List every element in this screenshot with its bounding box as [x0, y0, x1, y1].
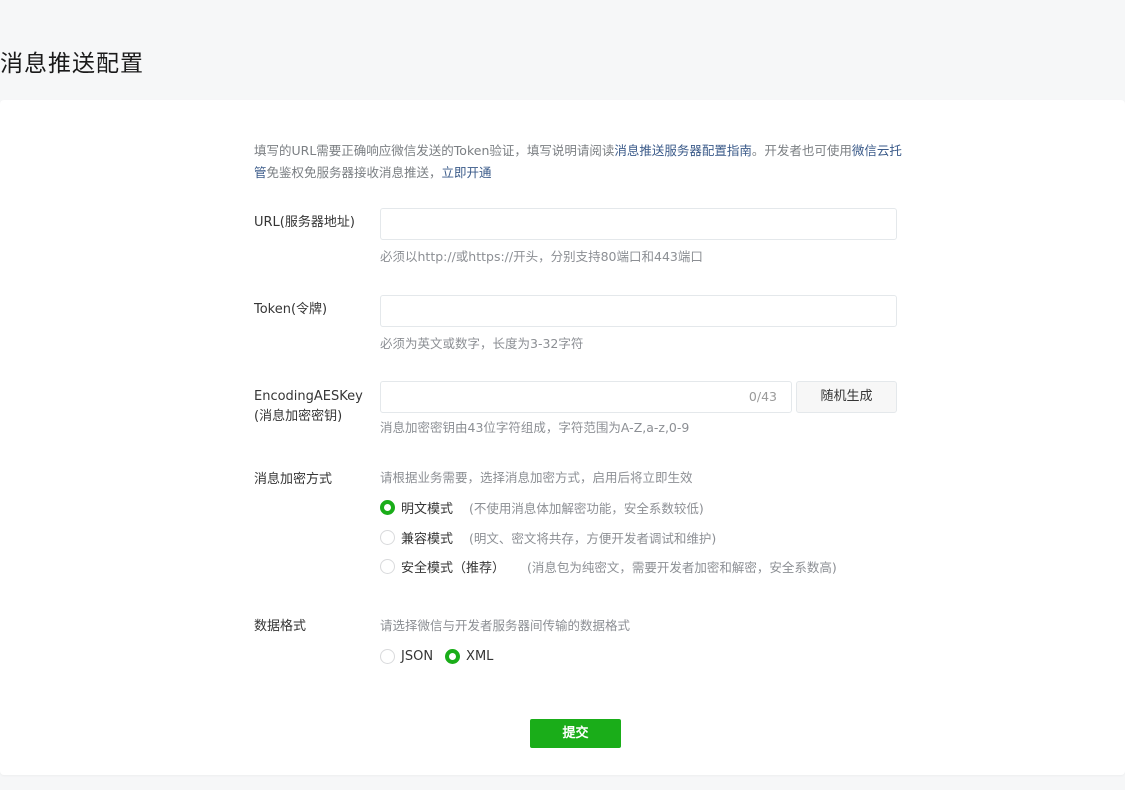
- radio-checked-icon[interactable]: [445, 648, 461, 664]
- url-label: URL(服务器地址): [254, 215, 355, 230]
- url-input-box: [380, 208, 897, 240]
- activate-now-link[interactable]: 立即开通: [442, 165, 492, 180]
- data-format-hint: 请选择微信与开发者服务器间传输的数据格式: [380, 618, 631, 633]
- data-format-label: 数据格式: [254, 619, 307, 634]
- data-format-option-xml[interactable]: XML: [445, 648, 494, 664]
- encryption-option-desc: (不使用消息体加解密功能，安全系数较低): [469, 500, 704, 516]
- aes-input[interactable]: [381, 382, 791, 412]
- random-generate-button[interactable]: 随机生成: [796, 381, 897, 413]
- token-input[interactable]: [381, 296, 896, 326]
- encryption-option-secure[interactable]: 安全模式（推荐） (消息包为纯密文，需要开发者加密和解密，安全系数高): [380, 556, 837, 576]
- radio-unchecked-icon[interactable]: [380, 558, 395, 574]
- intro-text-part2: 。开发者也可使用: [751, 143, 852, 158]
- url-hint: 必须以http://或https://开头，分别支持80端口和443端口: [380, 249, 703, 264]
- config-card: [0, 100, 1125, 775]
- encryption-option-compatible[interactable]: 兼容模式 (明文、密文将共存，方便开发者调试和维护): [380, 527, 716, 547]
- encryption-option-label: 安全模式（推荐）: [401, 560, 506, 576]
- page-title: 消息推送配置: [0, 51, 144, 77]
- aes-label-line1: EncodingAESKey: [254, 389, 363, 404]
- encryption-option-label: 兼容模式: [401, 531, 454, 547]
- encryption-option-plaintext[interactable]: 明文模式 (不使用消息体加解密功能，安全系数较低): [380, 497, 704, 517]
- token-input-box: [380, 295, 897, 327]
- encryption-hint: 请根据业务需要，选择消息加密方式，启用后将立即生效: [380, 470, 693, 485]
- data-format-options: JSON XML: [380, 646, 505, 666]
- intro-text-part1: 填写的URL需要正确响应微信发送的Token验证，填写说明请阅读: [254, 143, 615, 158]
- token-label: Token(令牌): [254, 302, 328, 317]
- encryption-option-label: 明文模式: [401, 501, 454, 517]
- intro-text-part3: 免鉴权免服务器接收消息推送，: [266, 165, 442, 180]
- data-format-option-json[interactable]: JSON: [380, 648, 434, 664]
- data-format-option-label: JSON: [401, 648, 434, 664]
- page-header: 消息推送配置: [0, 0, 1125, 100]
- data-format-option-label: XML: [466, 648, 494, 664]
- aes-label-line2: (消息加密密钥): [254, 409, 343, 424]
- encryption-label: 消息加密方式: [254, 472, 333, 487]
- encryption-option-desc: (消息包为纯密文，需要开发者加密和解密，安全系数高): [527, 559, 837, 575]
- url-input[interactable]: [381, 209, 896, 239]
- aes-hint: 消息加密密钥由43位字符组成，字符范围为A-Z,a-z,0-9: [380, 420, 690, 435]
- radio-unchecked-icon[interactable]: [380, 529, 395, 545]
- submit-button[interactable]: 提交: [530, 719, 621, 748]
- aes-input-box: 0/43: [380, 381, 792, 413]
- intro-text: 填写的URL需要正确响应微信发送的Token验证，填写说明请阅读消息推送服务器配…: [254, 140, 904, 184]
- aes-label: EncodingAESKey (消息加密密钥): [254, 387, 363, 427]
- encryption-option-desc: (明文、密文将共存，方便开发者调试和维护): [469, 530, 717, 546]
- token-hint: 必须为英文或数字，长度为3-32字符: [380, 336, 584, 351]
- server-config-guide-link[interactable]: 消息推送服务器配置指南: [614, 143, 752, 158]
- radio-checked-icon[interactable]: [380, 499, 395, 515]
- radio-unchecked-icon[interactable]: [380, 648, 395, 664]
- aes-char-counter: 0/43: [748, 389, 777, 404]
